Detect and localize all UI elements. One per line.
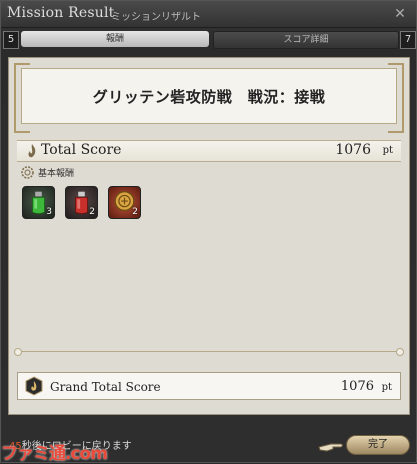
grand-total-unit: pt (381, 382, 392, 393)
tab-score-details[interactable]: スコア詳細 (213, 31, 399, 49)
gear-icon (21, 166, 34, 179)
tab-prev-key[interactable]: 5 (3, 31, 19, 49)
grand-total-row: Grand Total Score 1076 pt (17, 372, 401, 400)
reward-qty: 2 (132, 207, 138, 217)
mission-result-window: Mission Result ミッションリザルト ✕ 5 報酬 スコア詳細 7 … (0, 0, 417, 464)
total-score-value: 1076 (335, 142, 371, 158)
famitsu-watermark: ファミ通.com (1, 444, 108, 464)
reward-qty: 2 (89, 207, 95, 217)
total-score-unit: pt (382, 145, 393, 156)
total-score-label: Total Score (41, 142, 122, 158)
section-divider (14, 348, 404, 356)
grand-total-value: 1076 (340, 379, 374, 394)
tab-next-key[interactable]: 7 (400, 31, 416, 49)
total-score-row: Total Score 1076 pt (17, 140, 401, 162)
window-subtitle: ミッションリザルト (111, 12, 201, 23)
reward-qty: 3 (46, 207, 52, 217)
reward-item-gold-coin[interactable]: 2 (108, 186, 141, 219)
flame-icon (28, 144, 36, 158)
result-panel: グリッテン砦攻防戦 戦況：接戦 Total Score 1076 pt 基本報酬 (8, 57, 410, 415)
close-icon[interactable]: ✕ (392, 6, 408, 22)
battle-status-text: グリッテン砦攻防戦 戦況：接戦 (92, 88, 326, 106)
battle-banner: グリッテン砦攻防戦 戦況：接戦 (14, 63, 404, 133)
reward-item-green-potion[interactable]: 3 (22, 186, 55, 219)
tab-rewards[interactable]: 報酬 (21, 31, 209, 47)
grand-total-label: Grand Total Score (50, 380, 161, 394)
complete-button[interactable]: 完了 (346, 435, 410, 455)
flame-badge-icon (25, 376, 43, 396)
reward-item-red-potion[interactable]: 2 (65, 186, 98, 219)
basic-reward-label: 基本報酬 (38, 169, 75, 179)
window-title: Mission Result (7, 5, 115, 21)
title-bar[interactable]: Mission Result ミッションリザルト ✕ (1, 1, 416, 28)
tab-bar: 5 報酬 スコア詳細 7 (3, 31, 416, 49)
pointer-hand-icon (318, 443, 343, 452)
